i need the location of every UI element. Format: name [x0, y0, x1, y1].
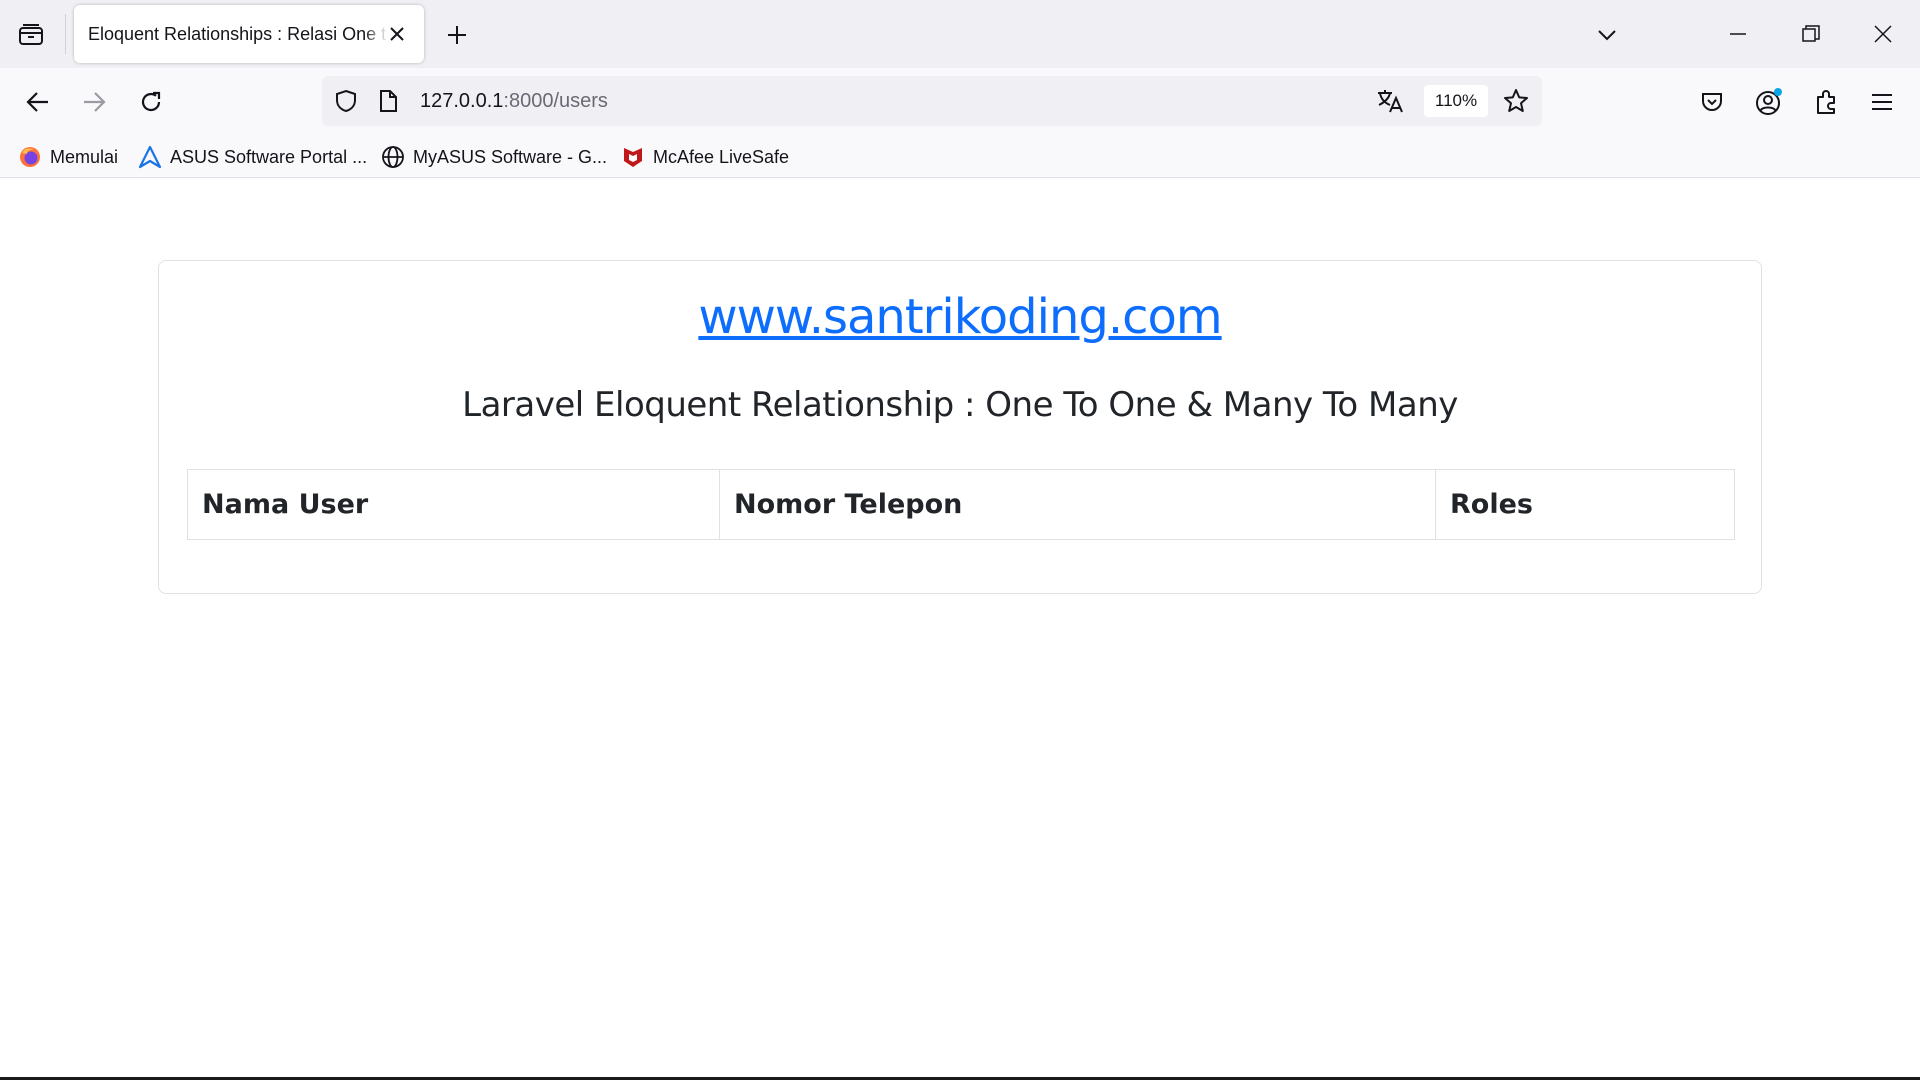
page-subtitle: Laravel Eloquent Relationship : One To O… [462, 385, 1458, 425]
chevron-down-icon [1598, 30, 1616, 41]
bookmark-mcafee-livesafe[interactable]: McAfee LiveSafe [621, 142, 789, 172]
bookmark-memulai[interactable]: Memulai [18, 142, 118, 172]
table-header-row: Nama User Nomor Telepon Roles [187, 469, 1735, 540]
tab-active[interactable]: Eloquent Relationships : Relasi One to O… [74, 5, 424, 63]
minimize-icon [1730, 33, 1746, 35]
column-header-roles: Roles [1435, 469, 1735, 540]
restore-icon [1802, 25, 1820, 42]
arrow-left-icon [26, 92, 48, 112]
url-text[interactable]: 127.0.0.1:8000/users [420, 90, 608, 113]
reload-button[interactable] [131, 82, 171, 122]
tracking-protection-button[interactable] [332, 87, 360, 115]
url-bar[interactable]: 127.0.0.1:8000/users 110% [322, 76, 1542, 126]
extensions-button[interactable] [1806, 82, 1846, 122]
plus-icon [448, 26, 466, 44]
reload-icon [141, 91, 161, 112]
page-content: www.santrikoding.com Laravel Eloquent Re… [0, 178, 1920, 1078]
tab-list-button[interactable] [14, 18, 48, 52]
translate-button[interactable] [1376, 87, 1404, 115]
close-icon [390, 27, 404, 41]
puzzle-icon [1817, 90, 1835, 114]
tab-bar: Eloquent Relationships : Relasi One to O… [0, 0, 1920, 68]
tab-close-button[interactable] [384, 21, 410, 47]
hamburger-menu-icon [1872, 94, 1892, 110]
firefox-icon [18, 145, 42, 169]
column-header-nomor-telepon: Nomor Telepon [719, 469, 1436, 540]
page-info-button[interactable] [374, 87, 402, 115]
pocket-icon [1702, 93, 1722, 112]
page-icon [380, 90, 397, 112]
navigation-bar: 127.0.0.1:8000/users 110% [0, 68, 1920, 136]
pocket-button[interactable] [1692, 82, 1732, 122]
restore-button[interactable] [1788, 12, 1834, 56]
tab-separator [65, 14, 66, 54]
shield-icon [336, 89, 356, 113]
back-button[interactable] [18, 82, 58, 122]
translate-icon [1378, 90, 1403, 113]
column-header-nama-user: Nama User [187, 469, 720, 540]
minimize-button[interactable] [1715, 12, 1761, 56]
browser-chrome: Eloquent Relationships : Relasi One to O… [0, 0, 1920, 178]
menu-button[interactable] [1862, 82, 1902, 122]
url-path: :8000/users [503, 90, 608, 112]
table-header: Nama User Nomor Telepon Roles [187, 469, 1735, 540]
close-icon [1874, 25, 1892, 43]
mcafee-icon [621, 145, 645, 169]
zoom-level-button[interactable]: 110% [1424, 85, 1488, 117]
account-button[interactable] [1749, 82, 1789, 122]
asus-icon [138, 145, 162, 169]
account-icon [1756, 88, 1782, 115]
tab-title: Eloquent Relationships : Relasi One to O… [88, 24, 388, 44]
new-tab-button[interactable] [440, 18, 474, 52]
bookmark-label: Memulai [50, 146, 119, 167]
bookmark-asus-software-portal[interactable]: ASUS Software Portal ... [138, 142, 367, 172]
url-host: 127.0.0.1 [420, 90, 504, 112]
bookmark-star-button[interactable] [1502, 87, 1530, 115]
bookmark-label: MyASUS Software - G... [413, 146, 608, 167]
bookmark-label: ASUS Software Portal ... [170, 146, 368, 167]
bookmark-myasus-software[interactable]: MyASUS Software - G... [381, 142, 607, 172]
users-table: Nama User Nomor Telepon Roles [187, 469, 1735, 540]
content-card: www.santrikoding.com Laravel Eloquent Re… [158, 260, 1762, 594]
star-icon [1504, 89, 1528, 112]
site-link[interactable]: www.santrikoding.com [159, 289, 1761, 345]
close-window-button[interactable] [1860, 12, 1906, 56]
tab-overflow-button[interactable] [1590, 18, 1624, 52]
arrow-right-icon [84, 92, 106, 112]
forward-button[interactable] [74, 82, 114, 122]
bookmark-label: McAfee LiveSafe [653, 146, 790, 167]
bookmarks-toolbar: Memulai ASUS Software Portal ... MyASUS … [0, 136, 1920, 178]
globe-icon [381, 145, 405, 169]
tab-list-icon [19, 24, 43, 45]
